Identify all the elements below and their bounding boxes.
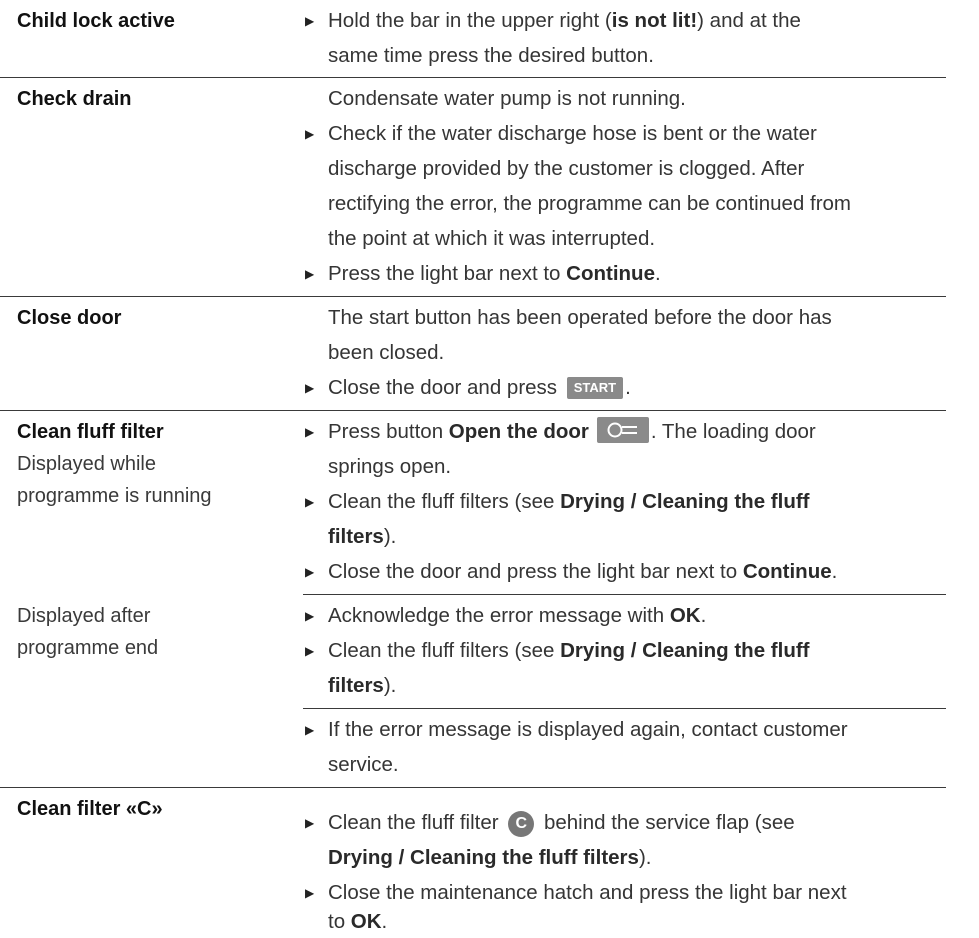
close-door-text-3: Close the door and press START.: [328, 376, 631, 399]
bullet-icon: ▶: [305, 267, 315, 281]
row-divider: [0, 787, 946, 788]
check-drain-text-4: rectifying the error, the programme can …: [328, 192, 852, 215]
check-drain-text-1: Condensate water pump is not running.: [328, 87, 686, 110]
start-button-symbol: START: [566, 377, 624, 399]
row-label-child-lock: Child lock active: [17, 10, 175, 32]
row-label-clean-fluff-filter: Clean fluff filter Displayed while progr…: [17, 416, 257, 512]
check-drain-text-3: discharge provided by the customer is cl…: [328, 157, 805, 180]
bullet-icon: ▶: [305, 14, 315, 28]
child-lock-text-1: Hold the bar in the upper right (is not …: [328, 9, 801, 32]
row-label-close-door: Close door: [17, 307, 122, 329]
row-label-check-drain: Check drain: [17, 88, 132, 110]
filter-c-icon: C: [508, 811, 535, 837]
bullet-icon: ▶: [305, 127, 315, 141]
row-label-clean-filter-c: Clean filter «C»: [17, 798, 163, 820]
clean-fluff-sub-after-end: Displayed after programme end: [17, 605, 159, 659]
clean-fluff-text-8: filters).: [328, 674, 397, 697]
clean-filter-c-text-1: Clean the fluff filter C behind the serv…: [328, 807, 795, 839]
clean-fluff-text-10: service.: [328, 753, 399, 776]
bullet-icon: ▶: [305, 609, 315, 623]
sub-row-divider: [303, 594, 946, 595]
clean-filter-c-text-3: Close the maintenance hatch and press th…: [328, 881, 847, 904]
key-icon: [596, 417, 649, 443]
row-divider: [0, 77, 946, 78]
clean-filter-c-text-4: to OK.: [328, 910, 388, 933]
row-divider: [0, 410, 946, 411]
bullet-icon: ▶: [305, 723, 315, 737]
clean-fluff-text-9: If the error message is displayed again,…: [328, 718, 848, 741]
clean-fluff-text-2: springs open.: [328, 455, 452, 478]
close-door-text-2: been closed.: [328, 341, 445, 364]
bullet-icon: ▶: [305, 644, 315, 658]
bullet-icon: ▶: [305, 816, 315, 830]
clean-fluff-text-6: Acknowledge the error message with OK.: [328, 604, 707, 627]
check-drain-text-6: Press the light bar next to Continue.: [328, 262, 661, 285]
row-divider: [0, 296, 946, 297]
bullet-icon: ▶: [305, 886, 315, 900]
check-drain-text-5: the point at which it was interrupted.: [328, 227, 656, 250]
clean-fluff-text-1: Press button Open the door. The loading …: [328, 416, 816, 448]
sub-row-divider: [303, 708, 946, 709]
clean-fluff-text-4: filters).: [328, 525, 397, 548]
bullet-icon: ▶: [305, 381, 315, 395]
close-door-text-1: The start button has been operated befor…: [328, 306, 832, 329]
clean-filter-c-text-2: Drying / Cleaning the fluff filters).: [328, 846, 652, 869]
clean-fluff-text-7: Clean the fluff filters (see Drying / Cl…: [328, 639, 810, 662]
bullet-icon: ▶: [305, 425, 315, 439]
clean-fluff-text-5: Close the door and press the light bar n…: [328, 560, 838, 583]
clean-fluff-text-3: Clean the fluff filters (see Drying / Cl…: [328, 490, 810, 513]
bullet-icon: ▶: [305, 495, 315, 509]
child-lock-text-2: same time press the desired button.: [328, 44, 654, 67]
check-drain-text-2: Check if the water discharge hose is ben…: [328, 122, 817, 145]
clean-fluff-sub-running: Displayed while programme is running: [17, 453, 212, 507]
bullet-icon: ▶: [305, 565, 315, 579]
